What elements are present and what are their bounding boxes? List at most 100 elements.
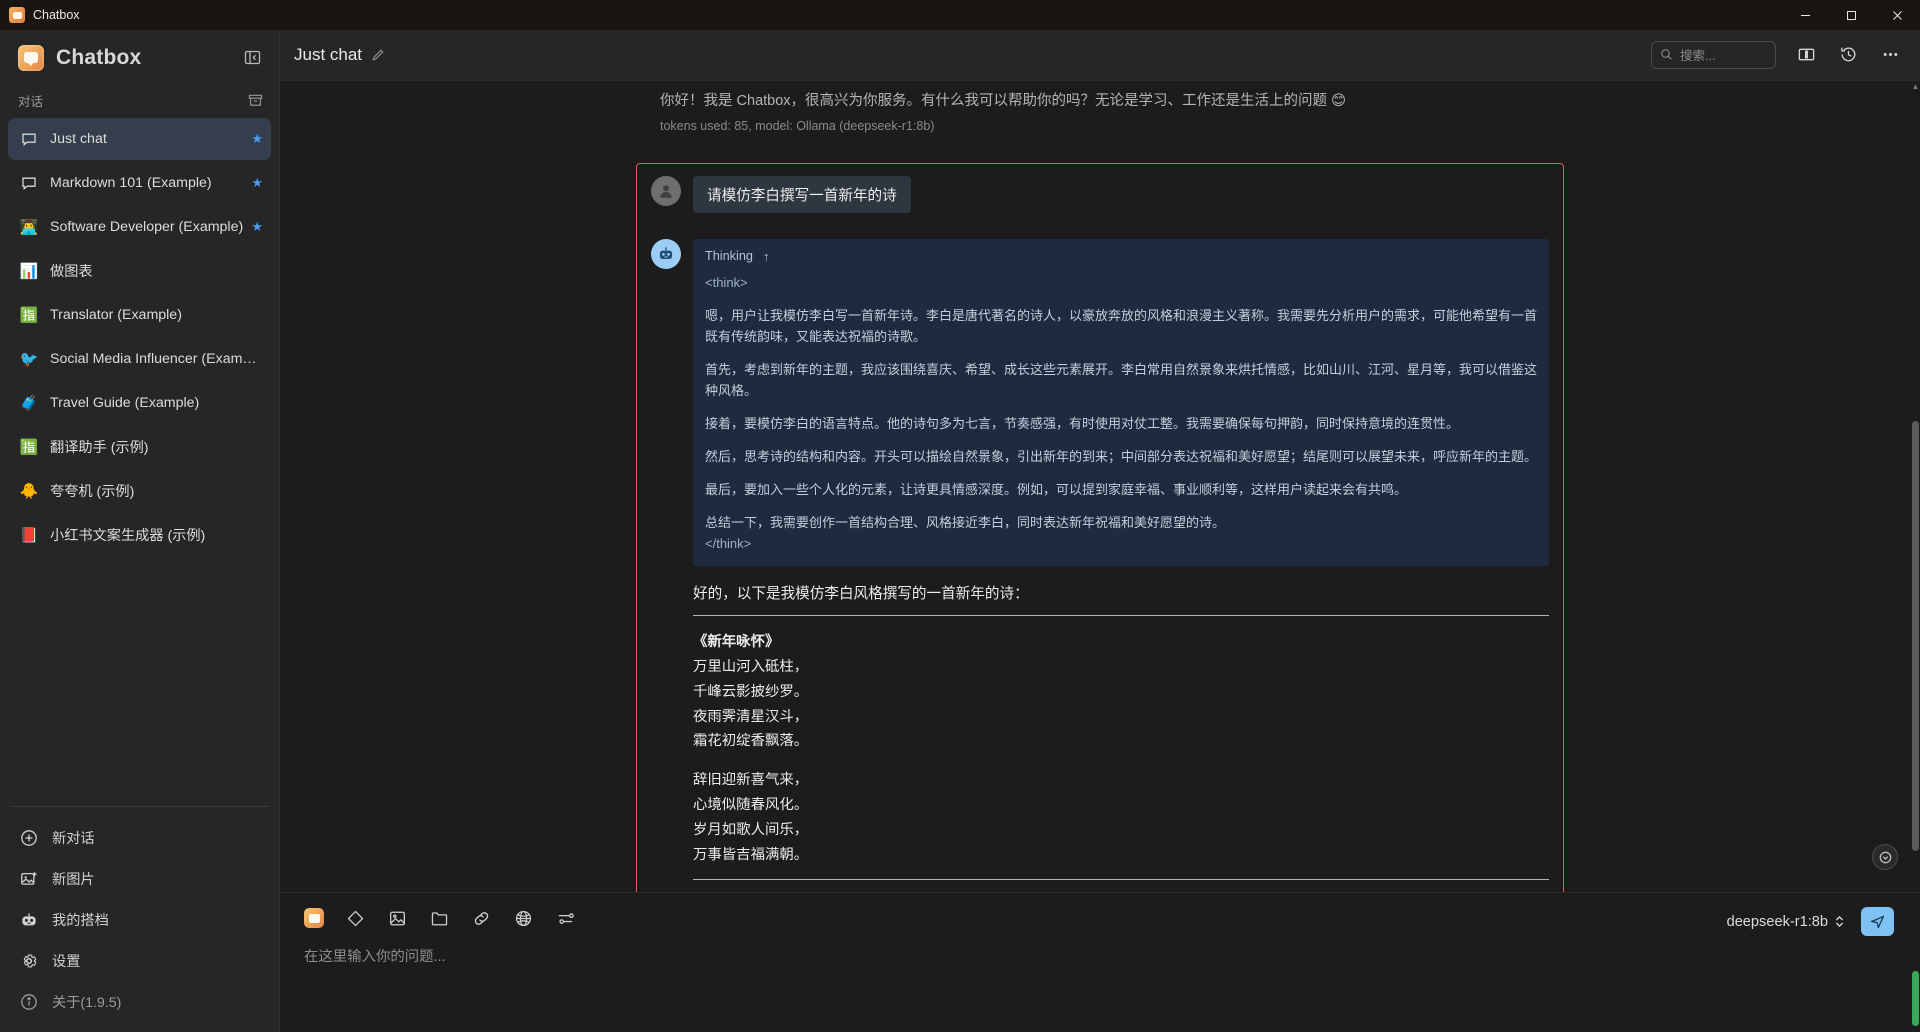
conversation-item-xiaohongshu-copywriter[interactable]: 📕 小红书文案生成器 (示例) <box>8 514 271 556</box>
poem-line: 千峰云影披纱罗。 <box>693 683 809 700</box>
poem-stanza-2: 辞旧迎新喜气来， 心境似随春风化。 岁月如歌人间乐， 万事皆吉福满朝。 <box>693 768 1549 867</box>
travel-avatar-icon: 🧳 <box>19 394 39 412</box>
conversation-item-praise-machine[interactable]: 🐥 夸夸机 (示例) <box>8 470 271 512</box>
message-scrollbar-thumb[interactable] <box>1912 420 1919 851</box>
star-icon[interactable]: ★ <box>245 175 263 191</box>
content-area: Just chat 搜索... 你好！我是 Chatbox，很高兴为你服务。有什… <box>280 30 1920 1032</box>
conversation-item-just-chat[interactable]: Just chat ★ <box>8 118 271 160</box>
assistant-message-row: Thinking ↑ <think> 嗯，用户让我模仿李白写一首新年诗。李白是唐… <box>651 238 1549 892</box>
translator-avatar-icon: 🈯 <box>19 306 39 324</box>
conversation-label: Software Developer (Example) <box>50 219 244 235</box>
conversation-label: Travel Guide (Example) <box>50 395 200 411</box>
thinking-paragraph: 总结一下，我需要创作一首结构合理、风格接近李白，同时表达新年祝福和美好愿望的诗。 <box>705 515 1226 531</box>
window-controls <box>1782 0 1920 30</box>
search-input[interactable]: 搜索... <box>1651 40 1776 69</box>
globe-icon[interactable] <box>512 907 534 929</box>
message-input-placeholder: 在这里输入你的问题... <box>304 949 446 966</box>
conversation-label: 夸夸机 (示例) <box>50 484 135 500</box>
composer-scrollbar-thumb[interactable] <box>1912 971 1919 1026</box>
thinking-block: Thinking ↑ <think> 嗯，用户让我模仿李白写一首新年诗。李白是唐… <box>693 238 1549 567</box>
more-options-icon[interactable] <box>1878 43 1902 67</box>
avatar <box>651 175 681 206</box>
scroll-up-arrow[interactable]: ▲ <box>1911 81 1920 92</box>
conversation-label: 小红书文案生成器 (示例) <box>50 528 206 544</box>
poem-line: 岁月如歌人间乐， <box>693 821 809 838</box>
model-name: deepseek-r1:8b <box>1726 913 1828 930</box>
link-icon[interactable] <box>470 907 492 929</box>
conversation-item-translate-assistant[interactable]: 🈯 翻译助手 (示例) <box>8 426 271 468</box>
xiaohongshu-avatar-icon: 📕 <box>19 526 39 544</box>
chat-bubble-icon <box>18 128 40 150</box>
maximize-button[interactable] <box>1828 0 1874 30</box>
avatar <box>651 238 681 269</box>
chatbox-app-icon[interactable] <box>304 908 324 929</box>
history-icon[interactable] <box>1836 43 1860 67</box>
thinking-paragraph: 然后，思考诗的结构和内容。开头可以描绘自然景象，引出新年的到来；中间部分表达祝福… <box>705 449 1538 465</box>
chat-bubble-icon <box>18 172 40 194</box>
thinking-paragraph: 首先，考虑到新年的主题，我应该围绕喜庆、希望、成长这些元素展开。李白常用自然景象… <box>705 362 1538 399</box>
sliders-icon[interactable] <box>554 907 576 929</box>
gear-icon <box>18 950 40 972</box>
minimize-button[interactable] <box>1782 0 1828 30</box>
star-icon[interactable]: ★ <box>245 131 263 147</box>
conversation-item-make-chart[interactable]: 📊 做图表 <box>8 250 271 292</box>
praise-avatar-icon: 🐥 <box>19 482 39 500</box>
poem-stanza-1: 万里山河入砥柱， 千峰云影披纱罗。 夜雨霁清星汉斗， 霜花初绽香飘落。 <box>693 655 1549 754</box>
conversation-label: Just chat <box>50 131 107 147</box>
conversation-label: Markdown 101 (Example) <box>50 175 212 191</box>
send-button[interactable] <box>1861 907 1894 937</box>
split-view-icon[interactable] <box>1794 43 1818 67</box>
thinking-header[interactable]: Thinking ↑ <box>705 249 1537 264</box>
eraser-icon[interactable] <box>344 907 366 929</box>
robot-icon <box>18 909 40 931</box>
previous-message-text: 你好！我是 Chatbox，很高兴为你服务。有什么我可以帮助你的吗？无论是学习、… <box>660 92 1347 107</box>
image-icon[interactable] <box>386 907 408 929</box>
poem-line: 万事皆吉福满朝。 <box>693 846 809 863</box>
sidebar-item-settings[interactable]: 设置 <box>8 940 271 981</box>
conversation-item-travel-guide[interactable]: 🧳 Travel Guide (Example) <box>8 382 271 424</box>
message-list: 你好！我是 Chatbox，很高兴为你服务。有什么我可以帮助你的吗？无论是学习、… <box>280 81 1920 893</box>
poem-line: 万里山河入砥柱， <box>693 659 809 676</box>
scroll-to-bottom-button[interactable] <box>1872 844 1898 870</box>
plus-circle-icon <box>18 827 40 849</box>
conversation-label: 翻译助手 (示例) <box>50 440 149 456</box>
think-open-tag: <think> <box>705 274 748 290</box>
translator-avatar-icon: 🈯 <box>19 438 39 456</box>
close-button[interactable] <box>1874 0 1920 30</box>
poem-line: 夜雨霁清星汉斗， <box>693 708 809 725</box>
sidebar-item-about[interactable]: 关于(1.9.5) <box>8 981 271 1022</box>
collapse-sidebar-icon[interactable] <box>239 45 265 71</box>
divider-top <box>693 615 1549 617</box>
composer-actions: deepseek-r1:8b <box>1727 907 1894 937</box>
user-message-row: 请模仿李白撰写一首新年的诗 <box>651 175 1549 213</box>
sidebar-item-new-image[interactable]: 新图片 <box>8 858 271 899</box>
conversation-item-translator[interactable]: 🈯 Translator (Example) <box>8 294 271 336</box>
chevron-updown-icon <box>1835 916 1844 928</box>
divider-bottom <box>693 879 1549 881</box>
conversation-label: 做图表 <box>50 264 93 280</box>
folder-icon[interactable] <box>428 907 450 929</box>
message-input[interactable]: 在这里输入你的问题... <box>298 945 1902 966</box>
search-placeholder: 搜索... <box>1680 49 1716 64</box>
collapse-thinking-icon[interactable]: ↑ <box>763 249 770 264</box>
model-selector[interactable]: deepseek-r1:8b <box>1727 914 1845 930</box>
edit-title-icon[interactable] <box>371 48 385 62</box>
star-icon[interactable]: ★ <box>245 219 263 235</box>
conversation-item-social-media-influencer[interactable]: 🐦 Social Media Influencer (Example) <box>8 338 271 380</box>
conversation-label: Social Media Influencer (Example) <box>50 351 263 367</box>
info-icon <box>18 991 40 1013</box>
archive-icon[interactable] <box>248 93 263 108</box>
new-image-icon <box>18 868 40 890</box>
sidebar-bottom-nav: 新对话 新图片 我的搭档 设置 关于(1.9.5) <box>0 817 279 1032</box>
conversation-label: Translator (Example) <box>50 307 182 323</box>
sidebar-divider <box>10 806 269 807</box>
search-icon <box>1661 49 1672 61</box>
social-media-avatar-icon: 🐦 <box>19 350 39 368</box>
conversation-item-markdown-101[interactable]: Markdown 101 (Example) ★ <box>8 162 271 204</box>
conversation-item-software-developer[interactable]: 👨‍💻 Software Developer (Example) ★ <box>8 206 271 248</box>
brand-name: Chatbox <box>56 45 142 69</box>
message-scroll-area[interactable]: 你好！我是 Chatbox，很高兴为你服务。有什么我可以帮助你的吗？无论是学习、… <box>280 81 1920 893</box>
sidebar-item-new-conversation[interactable]: 新对话 <box>8 817 271 858</box>
sidebar-item-my-partners[interactable]: 我的搭档 <box>8 899 271 940</box>
